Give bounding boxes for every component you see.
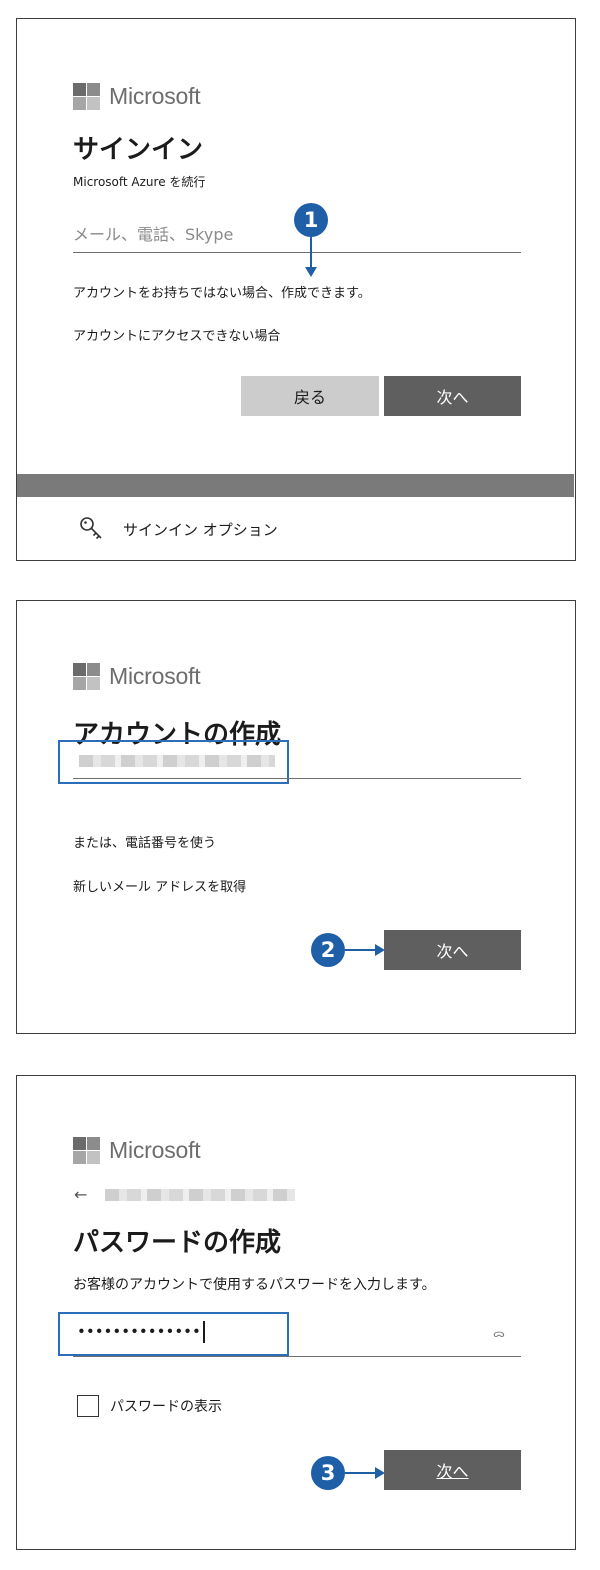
separator-band <box>17 474 574 497</box>
page-subtitle: Microsoft Azure を続行 <box>73 175 206 189</box>
use-phone-link[interactable]: または、電話番号を使う <box>73 832 216 851</box>
password-dots: •••••••••••••• <box>77 1322 201 1341</box>
account-email-display <box>105 1189 295 1201</box>
step-1-arrow <box>305 237 317 277</box>
microsoft-wordmark: Microsoft <box>109 662 201 689</box>
next-button[interactable]: 次へ <box>384 930 521 970</box>
microsoft-wordmark: Microsoft <box>109 82 201 109</box>
step-badge-2: 2 <box>311 933 345 967</box>
page-description: お客様のアカウントで使用するパスワードを入力します。 <box>73 1277 436 1293</box>
step-3-arrow <box>345 1467 385 1479</box>
reveal-password-icon[interactable]: ᯅ <box>493 1326 505 1341</box>
step-badge-3: 3 <box>311 1456 345 1490</box>
email-input-underline <box>73 252 521 253</box>
show-password-label: パスワードの表示 <box>110 1399 222 1415</box>
show-password-checkbox[interactable] <box>77 1395 99 1417</box>
email-input[interactable]: メール、電話、Skype <box>73 221 233 245</box>
key-icon <box>80 517 102 540</box>
step-2-arrow <box>345 944 385 956</box>
microsoft-logo: Microsoft <box>73 81 233 111</box>
password-input[interactable]: •••••••••••••• <box>77 1321 205 1343</box>
email-input[interactable] <box>79 755 275 767</box>
microsoft-logo-icon <box>73 662 100 690</box>
microsoft-logo-icon <box>73 82 100 110</box>
microsoft-logo: Microsoft <box>73 1135 233 1165</box>
signin-panel: Microsoft サインイン Microsoft Azure を続行 メール、… <box>16 18 576 561</box>
password-input-underline <box>73 1356 521 1357</box>
microsoft-logo-icon <box>73 1136 100 1164</box>
next-button[interactable]: 次へ <box>384 376 521 416</box>
page-title: サインイン <box>73 135 204 165</box>
back-arrow-icon[interactable]: ← <box>74 1185 87 1204</box>
microsoft-logo: Microsoft <box>73 661 233 691</box>
signin-options-button[interactable]: サインイン オプション <box>79 516 278 542</box>
signin-options-label: サインイン オプション <box>123 520 278 539</box>
back-button[interactable]: 戻る <box>241 376 379 416</box>
microsoft-wordmark: Microsoft <box>109 1136 201 1163</box>
new-email-link[interactable]: 新しいメール アドレスを取得 <box>73 876 246 895</box>
create-account-panel: Microsoft アカウントの作成 または、電話番号を使う 新しいメール アド… <box>16 600 576 1034</box>
text-caret <box>202 1321 205 1343</box>
page-title: パスワードの作成 <box>73 1228 282 1258</box>
next-button[interactable]: 次へ <box>384 1450 521 1490</box>
email-input-underline <box>73 778 521 779</box>
cant-access-link[interactable]: アカウントにアクセスできない場合 <box>73 325 280 344</box>
step-badge-1: 1 <box>294 203 328 237</box>
create-password-panel: Microsoft ← パスワードの作成 お客様のアカウントで使用するパスワード… <box>16 1075 576 1550</box>
create-account-link[interactable]: アカウントをお持ちではない場合、作成できます。 <box>73 282 371 301</box>
